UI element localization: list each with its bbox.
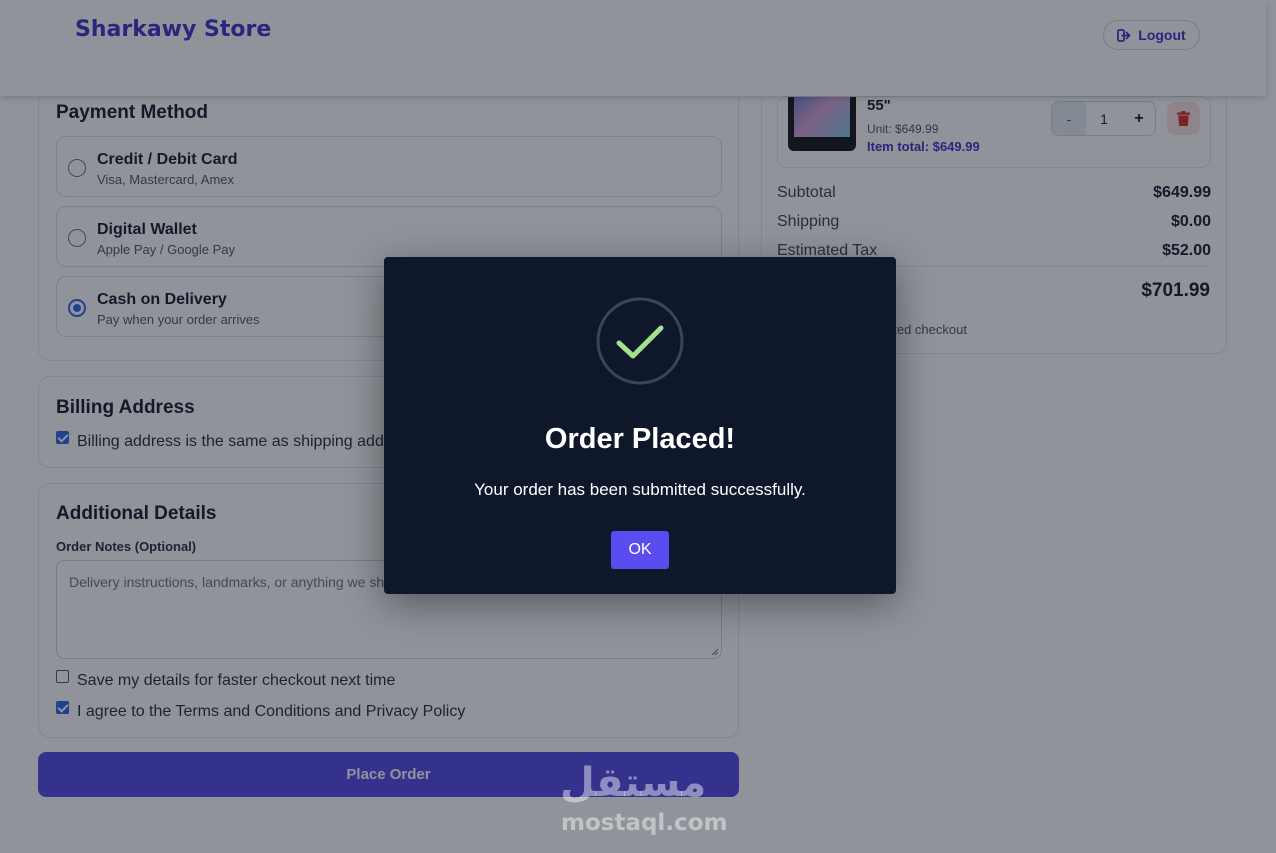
watermark-domain: mostaql.com — [561, 810, 728, 836]
dialog-title: Order Placed! — [544, 423, 736, 455]
watermark-logo-text: مستقل — [560, 760, 707, 806]
ok-button[interactable]: OK — [611, 531, 669, 569]
dialog-message: Your order has been submitted successful… — [474, 480, 806, 499]
success-check-icon — [596, 297, 684, 385]
watermark: مستقل mostaql.com — [548, 760, 728, 840]
order-placed-dialog: Order Placed! Your order has been submit… — [384, 257, 896, 594]
